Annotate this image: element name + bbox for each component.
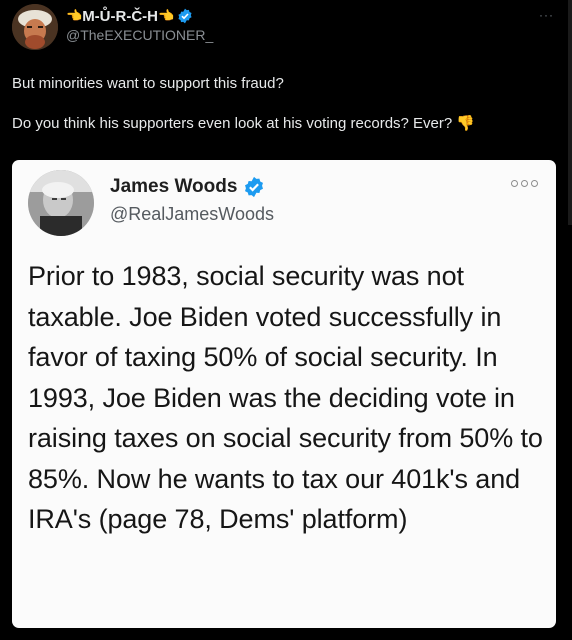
hand-pointing-icon: 👈 — [66, 8, 83, 23]
quoted-tweet-text: Prior to 1983, social security was not t… — [28, 261, 543, 534]
author-display-name-text: M-Ů-R-Č-H — [82, 7, 158, 25]
author-name-block: 👈 M-Ů-R-Č-H 👈 @TheEXECUTIONER_ — [66, 6, 213, 44]
more-options-icon[interactable]: ··· — [539, 8, 554, 22]
quoted-tweet-card[interactable]: James Woods @RealJamesWoods Prior to 198… — [12, 160, 556, 628]
quoted-author-handle[interactable]: @RealJamesWoods — [110, 204, 274, 225]
hand-pointing-icon: 👈 — [158, 8, 175, 23]
post-text-line-content: Do you think his supporters even look at… — [12, 115, 453, 132]
author-avatar[interactable] — [12, 4, 58, 50]
author-handle[interactable]: @TheEXECUTIONER_ — [66, 27, 213, 43]
dot — [521, 180, 528, 187]
quoted-author-avatar-image — [28, 170, 94, 236]
verified-badge-icon — [245, 176, 264, 198]
quoted-author-avatar[interactable] — [28, 170, 94, 236]
dot — [511, 180, 518, 187]
thumbs-down-icon: 👎 — [456, 115, 476, 132]
quoted-more-options-icon[interactable] — [511, 180, 538, 187]
post-text: But minorities want to support this frau… — [12, 74, 552, 154]
post-text-line: Do you think his supporters even look at… — [12, 114, 552, 134]
scrollbar[interactable] — [568, 0, 572, 225]
author-display-name[interactable]: 👈 M-Ů-R-Č-H 👈 — [66, 6, 213, 26]
post-header: 👈 M-Ů-R-Č-H 👈 @TheEXECUTIONER_ ··· — [12, 4, 560, 52]
quoted-author-display-name[interactable]: James Woods — [110, 176, 265, 198]
verified-badge-icon — [178, 8, 192, 24]
quoted-author-display-name-text: James Woods — [110, 176, 238, 197]
author-avatar-image — [12, 4, 58, 50]
dot — [531, 180, 538, 187]
post-text-line: But minorities want to support this frau… — [12, 75, 284, 92]
